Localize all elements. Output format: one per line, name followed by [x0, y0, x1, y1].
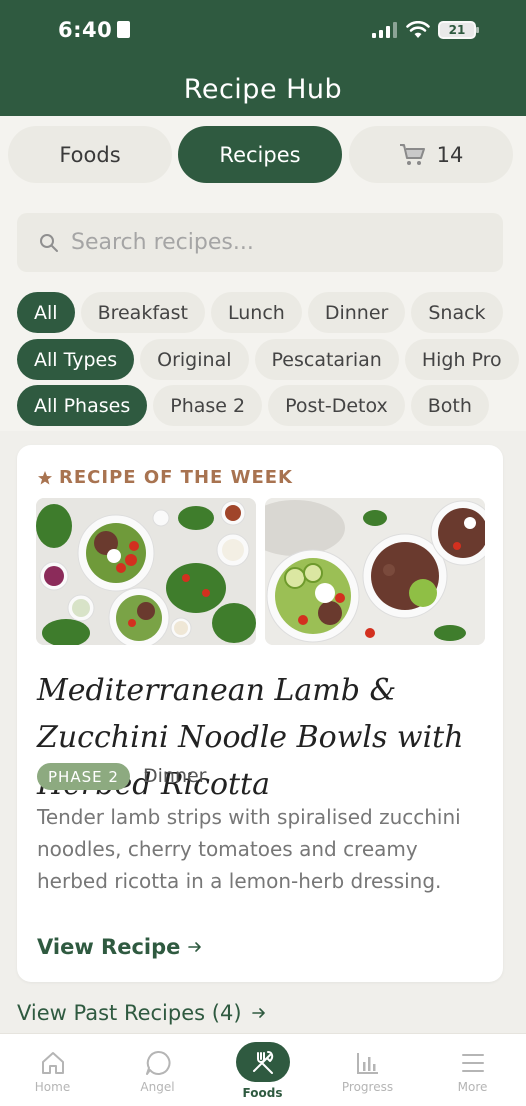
search-input[interactable] [71, 230, 471, 255]
nav-progress[interactable]: Progress [315, 1034, 420, 1106]
filter-snack[interactable]: Snack [411, 292, 503, 333]
recipe-description: Tender lamb strips with spiralised zucch… [37, 805, 461, 893]
app-header: 6:40 21 Recipe Hub [0, 0, 526, 116]
tab-foods[interactable]: Foods [8, 126, 172, 183]
cart-button[interactable]: 14 [349, 126, 513, 183]
filter-breakfast[interactable]: Breakfast [80, 292, 206, 333]
recipe-of-week-text: RECIPE OF THE WEEK [59, 467, 293, 488]
nav-home[interactable]: Home [0, 1034, 105, 1106]
filter-original[interactable]: Original [140, 339, 249, 380]
view-recipe-label: View Recipe [37, 935, 181, 959]
shopping-cart-icon [399, 143, 425, 165]
tab-recipes[interactable]: Recipes [178, 126, 342, 183]
food-photo-flatlay [36, 498, 256, 645]
nav-more[interactable]: More [420, 1034, 525, 1106]
chat-bubble-icon [145, 1050, 170, 1075]
id-card-icon [117, 21, 131, 38]
recipe-of-week-label: RECIPE OF THE WEEK [37, 467, 293, 488]
nav-progress-label: Progress [341, 1080, 394, 1094]
bottom-tab-bar: Home Angel Foods Progress More [0, 1033, 526, 1106]
tab-foods-label: Foods [59, 142, 121, 167]
view-past-recipes-label: View Past Recipes (4) [17, 1001, 242, 1025]
foods-icon-bubble [235, 1042, 290, 1082]
recipe-photo-2 [265, 498, 485, 645]
filter-both[interactable]: Both [410, 385, 489, 426]
status-time: 6:40 [58, 18, 131, 42]
food-photo-bowls [265, 498, 485, 645]
phase-filter-row: All Phases Phase 2 Post-Detox Both [0, 385, 526, 426]
meal-type: Dinner [143, 765, 207, 787]
nav-home-label: Home [34, 1080, 71, 1094]
star-icon [38, 470, 52, 484]
filter-pescatarian[interactable]: Pescatarian [254, 339, 399, 380]
nav-more-label: More [457, 1080, 488, 1094]
signal-icon [372, 22, 397, 38]
filter-all-phases[interactable]: All Phases [17, 385, 148, 426]
battery-indicator: 21 [438, 21, 479, 39]
filter-dinner[interactable]: Dinner [307, 292, 406, 333]
status-icons: 21 [372, 21, 479, 39]
bar-chart-icon [356, 1053, 378, 1074]
tab-recipes-label: Recipes [219, 142, 301, 167]
nav-angel-label: Angel [140, 1080, 175, 1094]
nav-angel[interactable]: Angel [105, 1034, 210, 1106]
view-recipe-link[interactable]: View Recipe [37, 935, 202, 959]
search-bar[interactable] [17, 213, 503, 272]
cart-count: 14 [436, 142, 464, 167]
wifi-icon [406, 21, 430, 38]
arrow-right-icon [251, 1008, 265, 1018]
recipe-of-week-card[interactable]: RECIPE OF THE WEEK Mediterranean Lamb & … [17, 445, 503, 982]
menu-icon [461, 1054, 484, 1072]
home-icon [41, 1052, 64, 1074]
nav-foods[interactable]: Foods [210, 1034, 315, 1106]
arrow-right-icon [188, 942, 202, 952]
utensils-icon [252, 1051, 273, 1074]
filter-phase-2[interactable]: Phase 2 [153, 385, 263, 426]
nav-foods-label: Foods [242, 1086, 283, 1100]
type-filter-row: All Types Original Pescatarian High Pro [0, 339, 526, 380]
recipe-photo-1 [36, 498, 256, 645]
filter-post-detox[interactable]: Post-Detox [268, 385, 405, 426]
phase-badge: PHASE 2 [37, 763, 130, 790]
view-past-recipes-link[interactable]: View Past Recipes (4) [17, 1001, 266, 1025]
filter-all-types[interactable]: All Types [17, 339, 135, 380]
filter-all[interactable]: All [17, 292, 75, 333]
page-title: Recipe Hub [183, 74, 343, 105]
filter-high-protein[interactable]: High Pro [404, 339, 519, 380]
search-icon [40, 233, 58, 252]
filter-lunch[interactable]: Lunch [211, 292, 302, 333]
meal-filter-row: All Breakfast Lunch Dinner Snack [0, 292, 526, 333]
